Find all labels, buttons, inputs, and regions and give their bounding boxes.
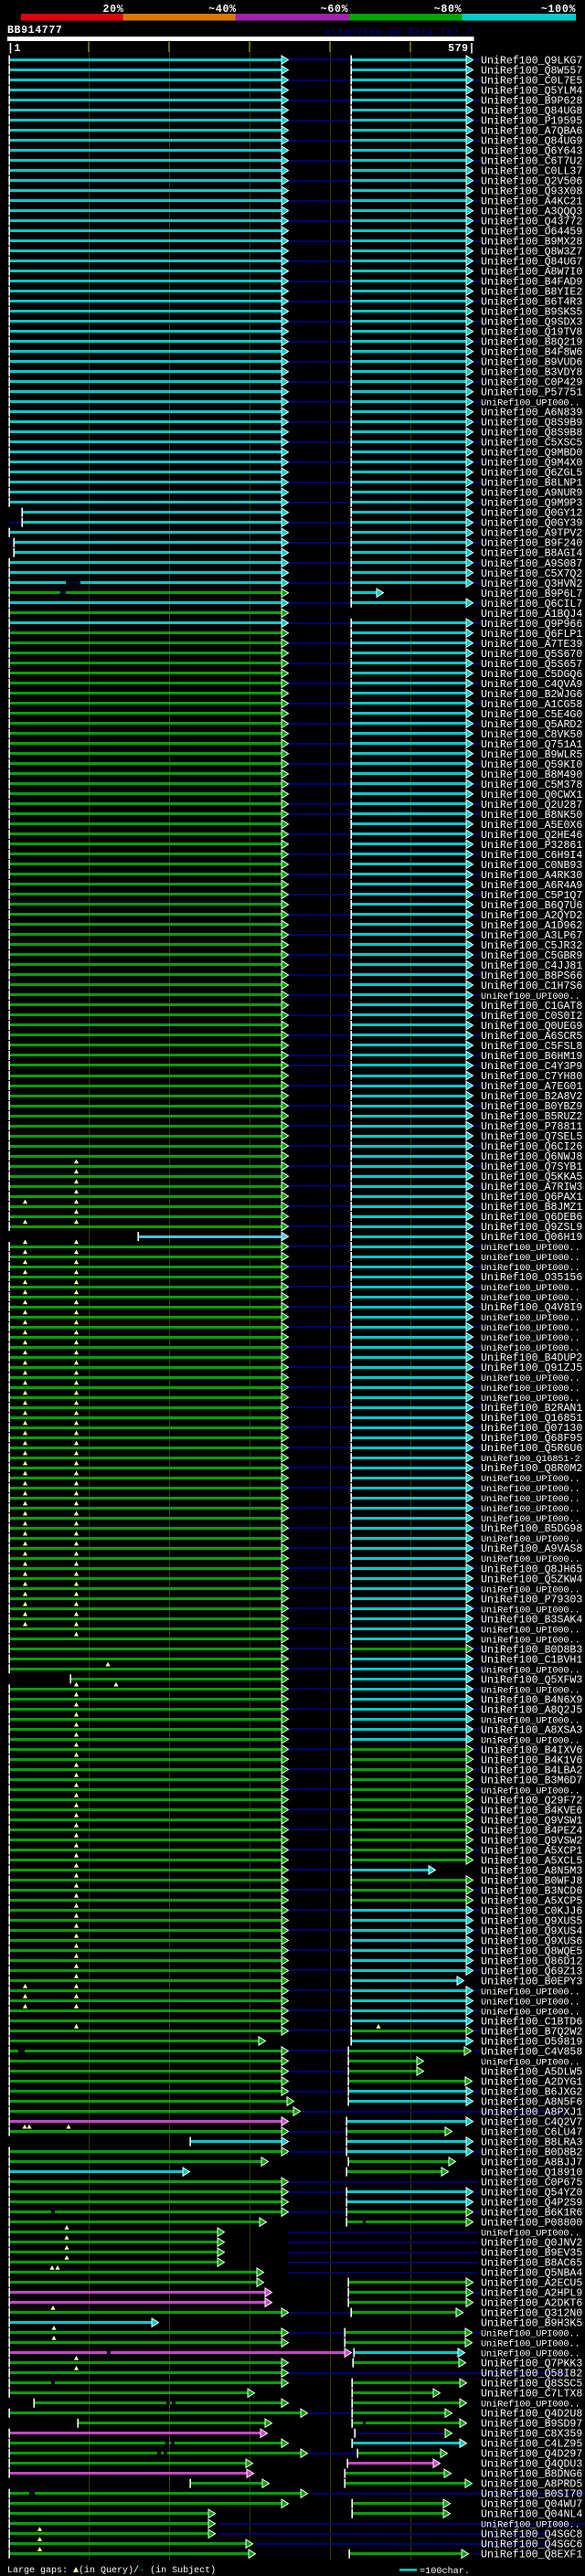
- svg-text:579|: 579|: [448, 43, 475, 55]
- svg-text:~40%: ~40%: [208, 4, 237, 16]
- svg-text:~60%: ~60%: [321, 4, 349, 16]
- svg-text:|1: |1: [7, 43, 21, 55]
- svg-text:UniRef100_Q8EXF1: UniRef100_Q8EXF1: [481, 2549, 582, 2561]
- svg-text:~100%: ~100%: [541, 4, 576, 16]
- svg-text:~80%: ~80%: [434, 4, 463, 16]
- svg-text:=100char.: =100char.: [420, 2566, 470, 2576]
- svg-text:BB914777: BB914777: [7, 25, 62, 37]
- svg-text:20%: 20%: [103, 4, 124, 16]
- svg-text:Large gaps: ▲(in Query)/- (in: Large gaps: ▲(in Query)/- (in Subject): [7, 2565, 216, 2576]
